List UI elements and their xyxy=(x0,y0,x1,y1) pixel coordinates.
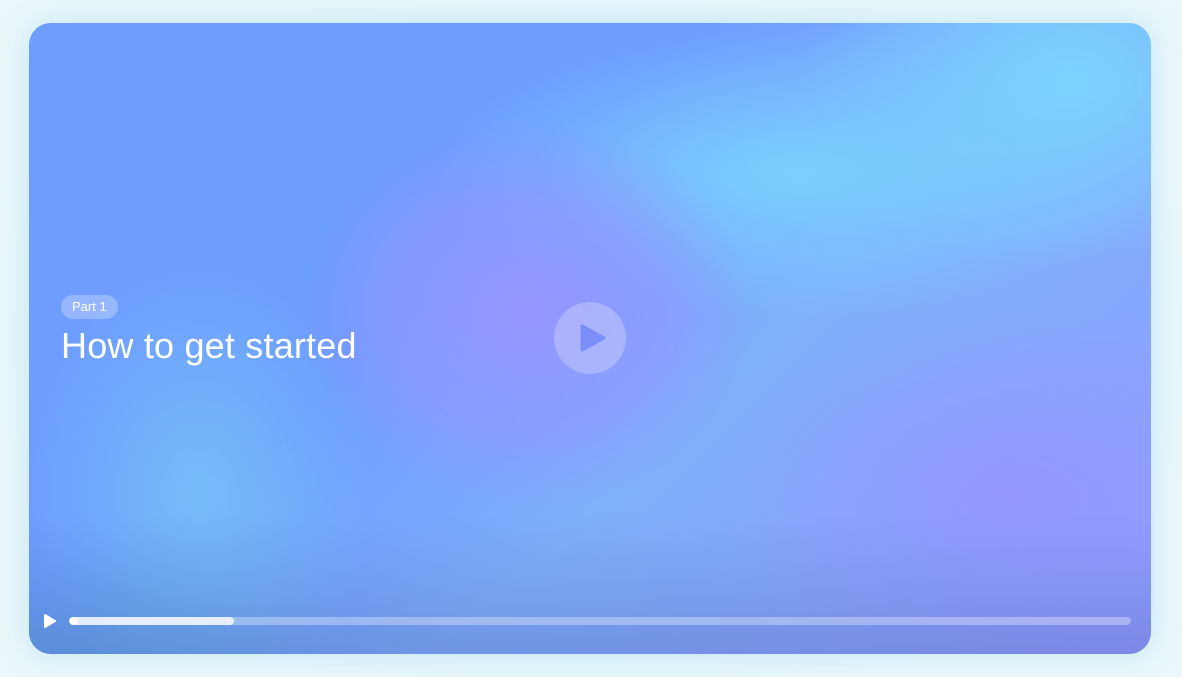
progress-handle[interactable] xyxy=(70,617,78,625)
video-title-block: Part 1 How to get started xyxy=(61,295,357,367)
control-bar xyxy=(29,610,1151,654)
progress-fill xyxy=(69,617,234,625)
part-badge: Part 1 xyxy=(61,295,118,319)
page-background: Part 1 How to get started xyxy=(0,0,1182,677)
video-title: How to get started xyxy=(61,325,357,366)
play-button[interactable] xyxy=(43,613,57,629)
center-play-button[interactable] xyxy=(554,302,626,374)
video-player[interactable]: Part 1 How to get started xyxy=(29,23,1151,654)
progress-bar[interactable] xyxy=(69,617,1131,625)
play-icon xyxy=(580,324,606,352)
